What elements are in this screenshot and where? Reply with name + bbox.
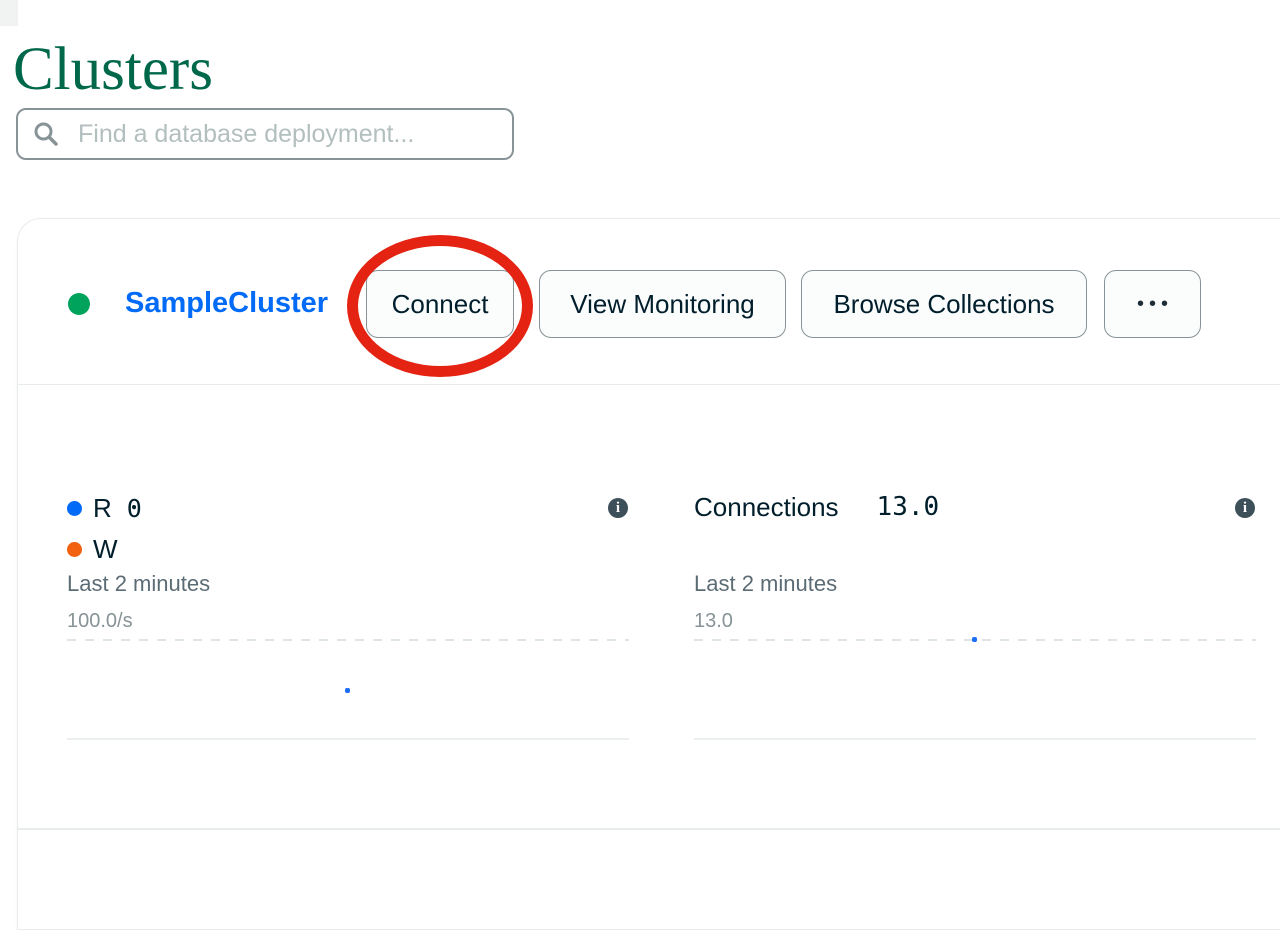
connections-title: Connections: [694, 492, 839, 523]
search-icon: [32, 120, 60, 148]
chart-gridline: [67, 639, 629, 641]
info-icon[interactable]: [1235, 498, 1255, 518]
page-corner-artifact: [0, 0, 18, 26]
more-options-button[interactable]: •••: [1104, 270, 1201, 338]
cluster-status-dot: [68, 293, 90, 315]
connections-title-row: Connections 13.0: [694, 492, 939, 522]
time-window-label: Last 2 minutes: [694, 571, 837, 597]
search-box[interactable]: [16, 108, 514, 160]
reads-series-value: 0: [127, 494, 142, 523]
read-write-metric-panel: R 0 W Last 2 minutes 100.0/s: [67, 487, 629, 747]
cluster-card: SampleCluster Connect View Monitoring Br…: [17, 218, 1280, 930]
time-window-label: Last 2 minutes: [67, 571, 210, 597]
y-axis-max-label: 13.0: [694, 610, 733, 633]
info-icon[interactable]: [608, 498, 628, 518]
connections-metric-panel: Connections 13.0 Last 2 minutes 13.0: [694, 487, 1256, 747]
cluster-card-header: SampleCluster Connect View Monitoring Br…: [18, 219, 1280, 385]
chart-data-point: [972, 637, 977, 642]
y-axis-max-label: 100.0/s: [67, 610, 133, 633]
next-section-divider: [17, 828, 1280, 830]
browse-collections-button[interactable]: Browse Collections: [801, 270, 1087, 338]
cluster-name-link[interactable]: SampleCluster: [125, 287, 328, 320]
view-monitoring-button[interactable]: View Monitoring: [539, 270, 786, 338]
chart-baseline: [67, 738, 629, 740]
writes-series-dot: [67, 542, 82, 557]
reads-series-label: R: [93, 493, 112, 524]
search-input[interactable]: [76, 119, 498, 150]
legend-row-reads: R 0: [67, 494, 142, 522]
chart-data-point: [345, 688, 350, 693]
connect-button[interactable]: Connect: [366, 270, 514, 338]
writes-series-label: W: [93, 534, 118, 565]
chart-baseline: [694, 738, 1256, 740]
legend-row-writes: W: [67, 535, 133, 563]
page-title: Clusters: [13, 35, 213, 105]
reads-series-dot: [67, 501, 82, 516]
connections-value: 13.0: [877, 492, 940, 522]
